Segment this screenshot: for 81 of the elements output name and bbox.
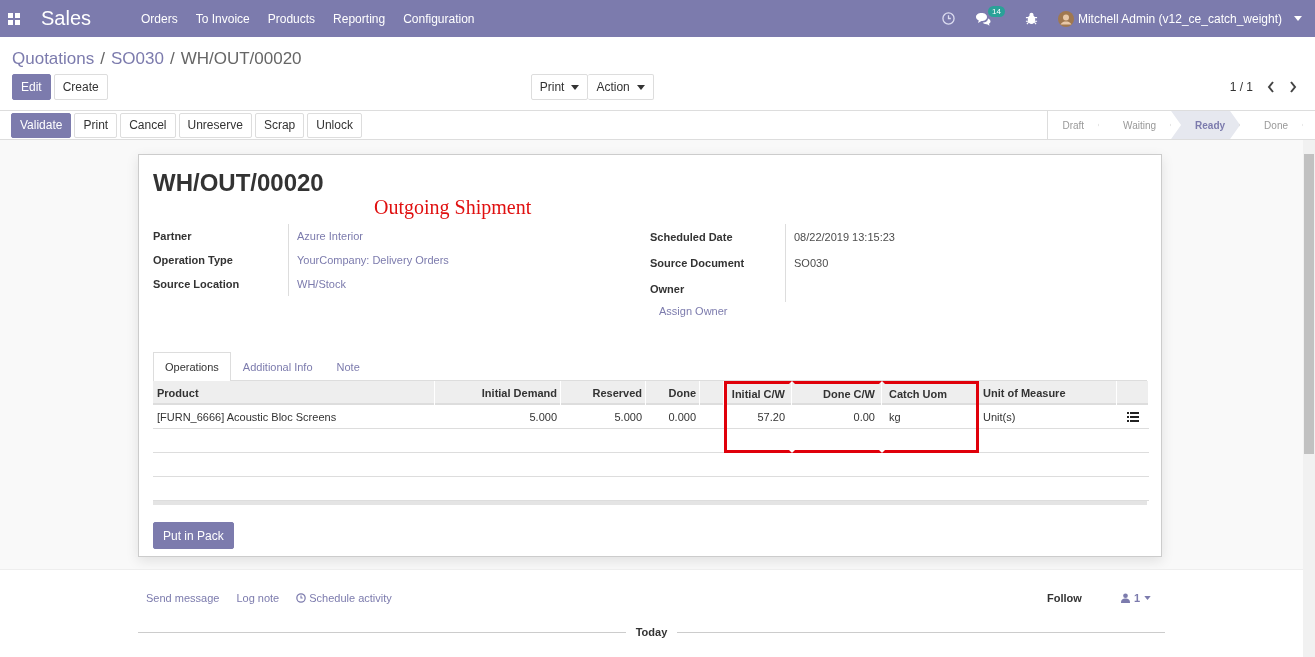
record-title: WH/OUT/00020 — [153, 169, 325, 197]
menu-item[interactable]: Reporting — [333, 11, 386, 26]
field-value: 08/22/2019 13:15:23 — [785, 224, 1005, 250]
chat-icon[interactable] — [975, 11, 991, 26]
message-count-badge: 14 — [988, 5, 1005, 17]
dropdown-button[interactable]: Print — [530, 74, 589, 100]
field-label: Source Document — [650, 256, 746, 271]
chatter-action[interactable]: Schedule activity — [296, 592, 392, 604]
menu-item[interactable]: Configuration — [403, 11, 475, 26]
highlight-frame — [724, 429, 792, 453]
field-label: Operation Type — [153, 253, 234, 268]
app-name: Sales — [41, 7, 92, 30]
menu-item[interactable]: Orders — [141, 11, 178, 26]
field-value: SO030 — [785, 250, 1005, 276]
column-header[interactable]: Catch Uom — [882, 381, 979, 405]
chatter-action[interactable]: Send message — [146, 592, 220, 604]
caret-icon — [571, 84, 580, 90]
next-icon[interactable] — [1289, 81, 1297, 93]
toolbar-button[interactable]: Unreserve — [178, 112, 252, 138]
list-icon[interactable] — [1127, 412, 1139, 422]
clock-icon[interactable] — [942, 12, 955, 25]
table-cell-text: 0.00 — [852, 410, 876, 425]
caret-icon[interactable] — [1294, 16, 1302, 21]
chatter-action[interactable]: Log note — [236, 592, 280, 604]
table-cell-text: 5.000 — [613, 410, 643, 425]
menu-item[interactable]: To Invoice — [195, 11, 250, 26]
toolbar-button[interactable]: Unlock — [307, 112, 362, 138]
caret-icon — [1144, 596, 1151, 600]
field-label: Partner — [153, 229, 193, 244]
user-menu[interactable]: Mitchell Admin (v12_ce_catch_weight) — [1077, 11, 1282, 26]
annotation-text: Outgoing Shipment — [374, 195, 533, 219]
breadcrumb-current: WH/OUT/00020 — [180, 49, 302, 69]
breadcrumb-separator: / — [100, 49, 105, 69]
date-separator: Today — [635, 626, 668, 638]
field-label: Owner — [650, 282, 686, 297]
breadcrumb-separator: / — [169, 49, 175, 69]
table-cell-text: [FURN_6666] Acoustic Bloc Screens — [156, 410, 338, 425]
column-header[interactable]: Done — [646, 381, 700, 405]
toolbar-button[interactable]: Cancel — [120, 112, 176, 138]
tab[interactable]: Operations — [153, 352, 231, 381]
table-cell-text: 5.000 — [528, 410, 558, 425]
table-cell-text: 0.000 — [667, 410, 697, 425]
column-header[interactable]: Initial Demand — [435, 381, 561, 405]
bug-icon[interactable] — [1024, 12, 1038, 25]
dropdown-button[interactable]: Action — [588, 74, 654, 100]
put-in-pack-button[interactable]: Put in Pack — [153, 522, 234, 549]
pager-counter: 1 / 1 — [1229, 80, 1253, 94]
follow-button[interactable]: Follow — [1047, 592, 1082, 604]
previous-icon[interactable] — [1267, 81, 1275, 93]
field-label: Scheduled Date — [650, 230, 734, 245]
toolbar-button[interactable]: Print — [74, 112, 118, 138]
status-stage[interactable]: Ready — [1171, 111, 1241, 139]
field-label: Source Location — [153, 277, 241, 292]
assign-owner-link[interactable]: Assign Owner — [650, 302, 728, 320]
field-link[interactable]: WH/Stock — [288, 272, 588, 296]
apps-grid-icon[interactable] — [8, 12, 20, 25]
toolbar-button[interactable]: Scrap — [254, 112, 305, 138]
user-icon — [1120, 593, 1130, 603]
column-header[interactable]: Product — [153, 381, 435, 405]
column-header[interactable]: Initial C/W — [724, 381, 792, 405]
caret-icon — [636, 84, 645, 90]
avatar-icon — [1057, 10, 1074, 27]
clock-icon — [296, 593, 307, 603]
tab[interactable]: Note — [324, 352, 372, 381]
table-cell: kg — [882, 405, 979, 429]
tab[interactable]: Additional Info — [230, 352, 325, 381]
breadcrumb-link[interactable]: Quotations — [12, 49, 95, 69]
table-cell: 57.20 — [724, 405, 792, 429]
field-link[interactable]: YourCompany: Delivery Orders — [288, 248, 588, 272]
column-header[interactable]: Reserved — [561, 381, 646, 405]
followers-button[interactable]: 1 — [1120, 592, 1151, 604]
breadcrumb-link[interactable]: SO030 — [110, 49, 164, 69]
field-link[interactable]: Azure Interior — [288, 224, 588, 248]
control-panel-button[interactable]: Edit — [12, 74, 51, 100]
menu-item[interactable]: Products — [267, 11, 316, 26]
column-header[interactable]: Done C/W — [792, 381, 882, 405]
column-header[interactable]: Unit of Measure — [979, 381, 1117, 405]
table-cell-text: Unit(s) — [982, 410, 1017, 425]
scrollbar[interactable] — [1303, 140, 1315, 657]
toolbar-button[interactable]: Validate — [11, 112, 72, 138]
control-panel-button[interactable]: Create — [53, 74, 108, 100]
